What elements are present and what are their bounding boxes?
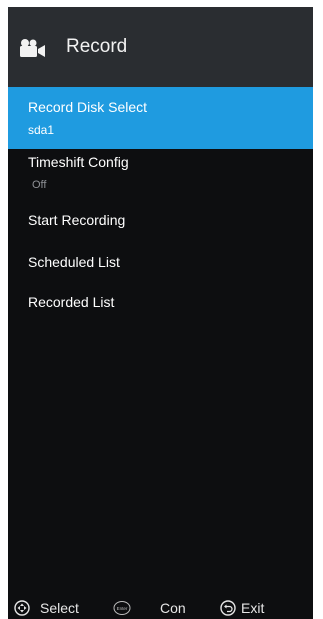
menu-item-scheduled-list[interactable]: Scheduled List xyxy=(8,243,313,283)
menu-item-start-recording[interactable]: Start Recording xyxy=(8,199,313,239)
key-hints-footer: Select Enter Con Exit xyxy=(8,597,313,619)
page-title: Record xyxy=(66,36,128,57)
menu-item-label: Timeshift Config xyxy=(28,154,129,170)
menu-item-timeshift-config[interactable]: Timeshift Config Off xyxy=(8,149,313,199)
menu-item-label: Start Recording xyxy=(28,212,126,228)
video-camera-icon xyxy=(20,39,45,57)
svg-text:Enter: Enter xyxy=(117,606,128,611)
select-hint-label: Select xyxy=(40,600,79,616)
dpad-icon xyxy=(14,600,30,616)
menu-item-label: Recorded List xyxy=(28,294,115,310)
enter-icon: Enter xyxy=(113,601,131,615)
exit-hint-label: Exit xyxy=(241,600,265,616)
menu-item-value: Off xyxy=(32,179,47,191)
menu-item-label: Scheduled List xyxy=(28,254,120,270)
menu-item-recorded-list[interactable]: Recorded List xyxy=(8,283,313,323)
menu-item-record-disk-select[interactable]: Record Disk Select sda1 xyxy=(8,87,313,149)
record-menu-panel: Record Record Disk Select sda1 Timeshift… xyxy=(8,7,313,619)
menu-item-value: sda1 xyxy=(28,123,55,137)
menu-header: Record xyxy=(8,7,313,87)
menu-item-label: Record Disk Select xyxy=(28,99,148,115)
back-icon xyxy=(220,600,236,616)
confirm-hint-label: Con xyxy=(160,600,186,616)
